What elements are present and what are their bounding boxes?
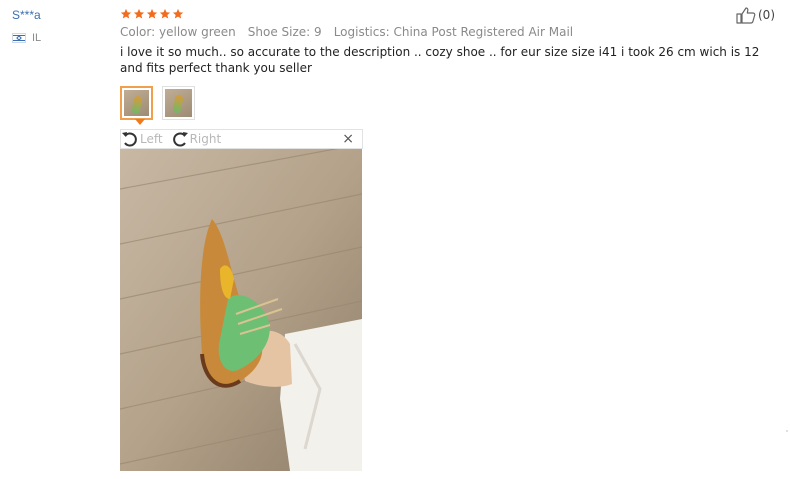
viewer-toolbar: Left Right × bbox=[120, 129, 363, 149]
close-button[interactable]: × bbox=[342, 130, 354, 148]
thumbs-up-icon bbox=[736, 7, 756, 24]
rotate-right-icon bbox=[172, 132, 188, 147]
reviewer-info: S***a IL bbox=[12, 8, 41, 44]
review-photo[interactable] bbox=[120, 149, 362, 471]
review-text: i love it so much.. so accurate to the d… bbox=[120, 45, 760, 75]
review-thumbnail[interactable] bbox=[162, 86, 195, 120]
selected-thumbnail-marker bbox=[135, 119, 145, 125]
star-rating bbox=[120, 6, 780, 22]
review-thumbnails bbox=[120, 86, 195, 120]
star-icon bbox=[133, 8, 145, 19]
color-info: Color: yellow green bbox=[120, 25, 236, 39]
divider bbox=[786, 430, 788, 432]
star-icon bbox=[159, 8, 171, 19]
star-icon bbox=[146, 8, 158, 19]
image-viewer: Left Right × bbox=[120, 129, 363, 471]
star-icon bbox=[120, 8, 132, 19]
reviewer-name[interactable]: S***a bbox=[12, 8, 41, 22]
israel-flag-icon bbox=[12, 33, 26, 43]
rotate-right-button[interactable]: Right bbox=[171, 131, 221, 147]
review-meta: Color: yellow green Shoe Size: 9 Logisti… bbox=[120, 25, 780, 39]
star-icon bbox=[172, 8, 184, 19]
helpful-button[interactable]: (0) bbox=[736, 6, 775, 24]
size-info: Shoe Size: 9 bbox=[247, 25, 322, 39]
reviewer-country: IL bbox=[12, 32, 41, 44]
rotate-left-icon bbox=[122, 132, 137, 147]
logistics-info: Logistics: China Post Registered Air Mai… bbox=[333, 25, 574, 39]
review-content: Color: yellow green Shoe Size: 9 Logisti… bbox=[120, 6, 780, 76]
country-code: IL bbox=[32, 32, 42, 44]
helpful-count: (0) bbox=[758, 8, 775, 22]
review-thumbnail[interactable] bbox=[120, 86, 153, 120]
rotate-left-button[interactable]: Left bbox=[121, 131, 163, 147]
